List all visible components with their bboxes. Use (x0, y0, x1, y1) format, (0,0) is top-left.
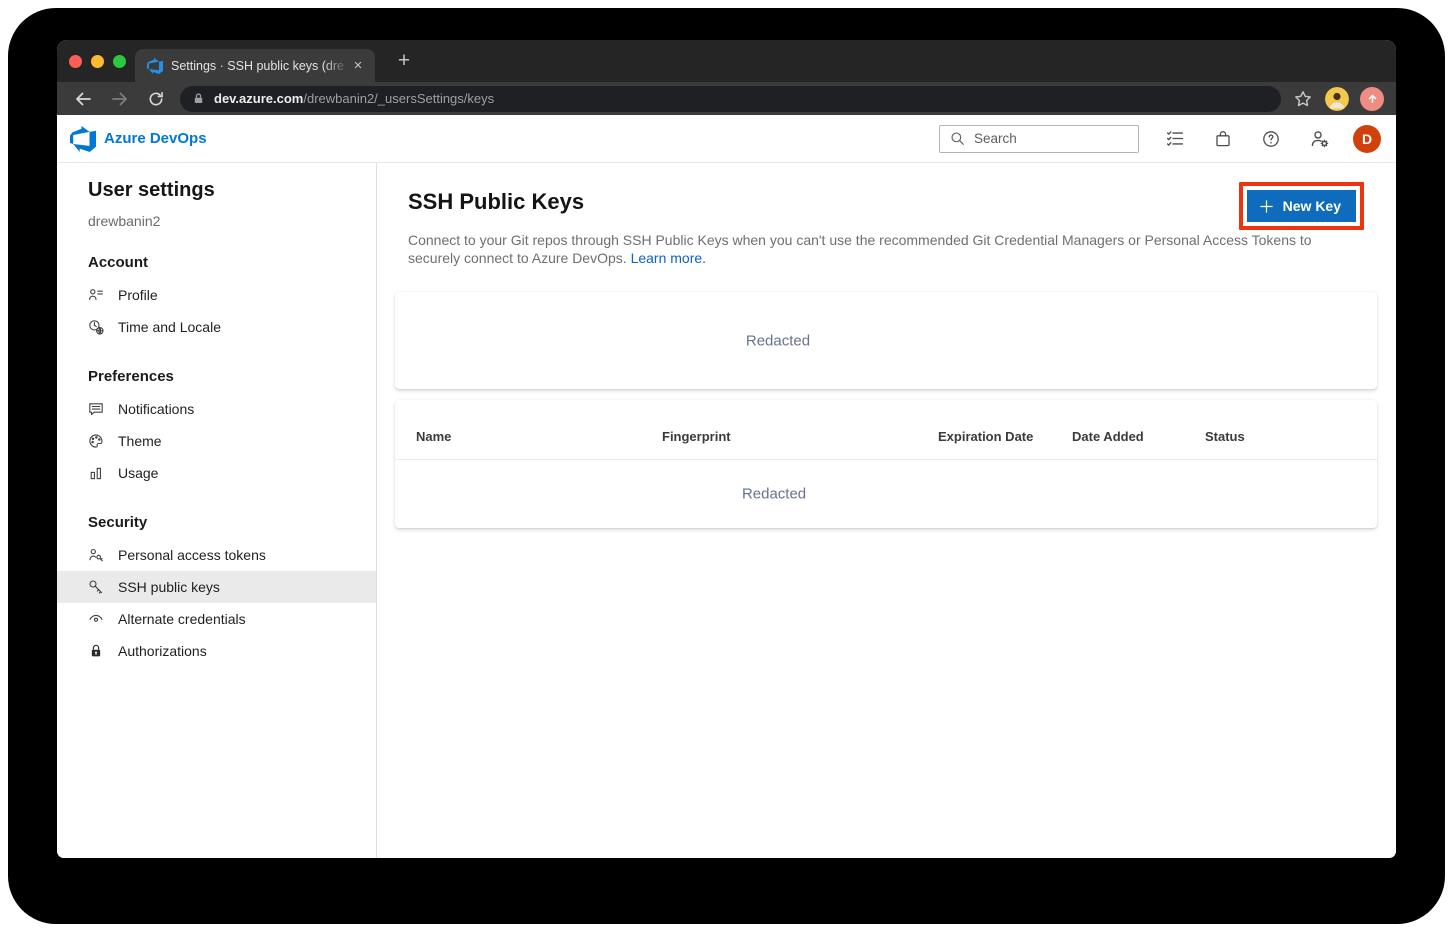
browser-window: Settings · SSH public keys (dre × + dev.… (57, 40, 1396, 858)
bookmark-star-icon[interactable] (1293, 89, 1313, 109)
page-content: User settings drewbanin2 Account Profile… (57, 163, 1396, 858)
sidebar-item-label: Alternate credentials (118, 611, 246, 627)
settings-sidebar: User settings drewbanin2 Account Profile… (57, 163, 377, 858)
palette-icon (88, 433, 104, 449)
close-tab-icon[interactable]: × (349, 57, 367, 75)
marketplace-bag-icon[interactable] (1199, 115, 1247, 162)
table-row: Redacted (395, 460, 1377, 527)
user-avatar[interactable]: D (1353, 125, 1381, 153)
top-header: Azure DevOps D (57, 115, 1396, 163)
product-name[interactable]: Azure DevOps (104, 130, 207, 147)
page-description: Connect to your Git repos through SSH Pu… (408, 232, 1363, 267)
plus-icon (1259, 199, 1274, 214)
column-header-fingerprint: Fingerprint (662, 429, 731, 444)
sidebar-item-profile[interactable]: Profile (57, 279, 376, 311)
sidebar-item-label: Profile (118, 287, 158, 303)
search-box[interactable] (939, 125, 1139, 153)
url-host: dev.azure.com (214, 91, 303, 106)
main-panel: SSH Public Keys New Key Connect to your … (377, 163, 1396, 858)
tasklist-icon[interactable] (1151, 115, 1199, 162)
new-tab-button[interactable]: + (391, 48, 417, 74)
new-key-label: New Key (1283, 198, 1341, 214)
column-header-status: Status (1205, 429, 1245, 444)
table-header-row: Name Fingerprint Expiration Date Date Ad… (395, 400, 1377, 460)
sidebar-item-label: SSH public keys (118, 579, 220, 595)
sidebar-item-notifications[interactable]: Notifications (57, 393, 376, 425)
column-header-name: Name (416, 429, 451, 444)
back-icon[interactable] (73, 89, 93, 109)
search-input[interactable] (974, 131, 1128, 146)
keys-table-card: Name Fingerprint Expiration Date Date Ad… (395, 400, 1377, 528)
tab-title: Settings · SSH public keys (dre (171, 59, 349, 73)
up-arrow-icon (1366, 92, 1379, 105)
key-icon (88, 579, 104, 595)
browser-tab[interactable]: Settings · SSH public keys (dre × (135, 49, 375, 82)
redacted-card: Redacted (395, 292, 1377, 389)
sidebar-item-authorizations[interactable]: Authorizations (57, 635, 376, 667)
sidebar-item-theme[interactable]: Theme (57, 425, 376, 457)
browser-tabstrip: Settings · SSH public keys (dre × + (57, 40, 1396, 82)
minimize-window-button[interactable] (91, 55, 104, 68)
forward-icon[interactable] (110, 89, 130, 109)
azure-devops-favicon (147, 58, 163, 74)
person-photo-icon (1325, 87, 1349, 111)
eye-icon (88, 611, 104, 627)
browser-update-button[interactable] (1360, 87, 1384, 111)
person-key-icon (88, 547, 104, 563)
sidebar-item-alternate-credentials[interactable]: Alternate credentials (57, 603, 376, 635)
sidebar-item-label: Authorizations (118, 643, 207, 659)
sidebar-item-label: Time and Locale (118, 319, 221, 335)
browser-profile-avatar[interactable] (1325, 87, 1349, 111)
sidebar-item-label: Theme (118, 433, 162, 449)
sidebar-item-usage[interactable]: Usage (57, 457, 376, 489)
sidebar-item-label: Personal access tokens (118, 547, 266, 563)
learn-more-link[interactable]: Learn more. (631, 250, 706, 266)
lock-icon (88, 643, 104, 659)
azure-devops-logo[interactable] (70, 126, 96, 152)
redacted-text: Redacted (742, 485, 806, 502)
sidebar-item-time-locale[interactable]: Time and Locale (57, 311, 376, 343)
close-window-button[interactable] (69, 55, 82, 68)
sidebar-username: drewbanin2 (88, 213, 376, 229)
bar-chart-icon (88, 465, 104, 481)
browser-toolbar: dev.azure.com/drewbanin2/_usersSettings/… (57, 82, 1396, 115)
section-account: Account (88, 254, 376, 271)
new-key-button[interactable]: New Key (1247, 190, 1356, 222)
person-lines-icon (88, 287, 104, 303)
sidebar-item-ssh-public-keys[interactable]: SSH public keys (57, 571, 376, 603)
maximize-window-button[interactable] (113, 55, 126, 68)
search-icon (950, 131, 965, 146)
column-header-date-added: Date Added (1072, 429, 1144, 444)
sidebar-item-personal-access-tokens[interactable]: Personal access tokens (57, 539, 376, 571)
traffic-lights (69, 55, 126, 68)
screenshot-canvas: Settings · SSH public keys (dre × + dev.… (0, 0, 1453, 933)
clock-globe-icon (88, 319, 104, 335)
lock-icon (192, 92, 205, 105)
reload-icon[interactable] (147, 90, 165, 108)
annotation-highlight: New Key (1239, 182, 1364, 230)
redacted-text: Redacted (746, 332, 810, 349)
sidebar-title: User settings (88, 179, 376, 202)
url-bar[interactable]: dev.azure.com/drewbanin2/_usersSettings/… (180, 86, 1281, 112)
page-title: SSH Public Keys (408, 189, 1377, 215)
help-icon[interactable] (1247, 115, 1295, 162)
description-text: Connect to your Git repos through SSH Pu… (408, 232, 1312, 266)
sidebar-item-label: Notifications (118, 401, 194, 417)
comment-icon (88, 401, 104, 417)
user-settings-icon[interactable] (1295, 115, 1343, 162)
azure-devops-page: Azure DevOps D (57, 115, 1396, 858)
column-header-expiration-date: Expiration Date (938, 429, 1033, 444)
section-security: Security (88, 514, 376, 531)
url-path: /drewbanin2/_usersSettings/keys (303, 91, 494, 106)
sidebar-item-label: Usage (118, 465, 158, 481)
section-preferences: Preferences (88, 368, 376, 385)
